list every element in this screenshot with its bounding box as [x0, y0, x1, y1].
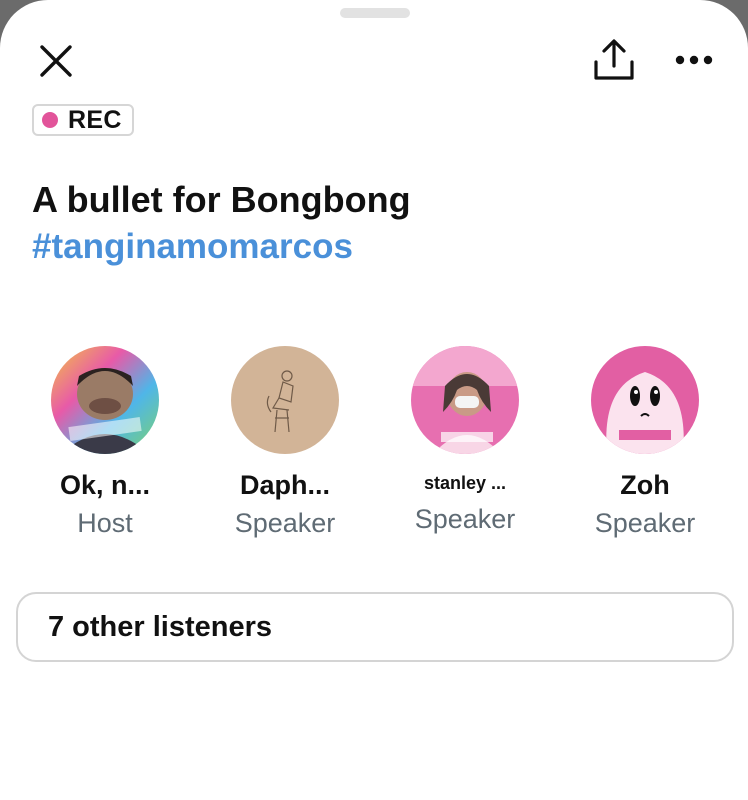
share-button[interactable] [584, 32, 644, 88]
more-options-button[interactable] [666, 38, 722, 82]
recording-badge: REC [32, 104, 134, 136]
participant-speaker[interactable]: Zoh Speaker [555, 346, 735, 540]
avatar [591, 346, 699, 454]
participant-role: Speaker [414, 504, 516, 534]
close-icon [40, 45, 72, 77]
share-icon [594, 39, 634, 80]
participant-name: Ok, n... [59, 470, 151, 500]
avatar [51, 346, 159, 454]
recording-dot-icon [42, 112, 58, 128]
close-button[interactable] [28, 36, 84, 86]
participant-name: Zoh [620, 470, 670, 500]
other-listeners-button[interactable]: 7 other listeners [16, 592, 734, 662]
avatar [231, 346, 339, 454]
participant-speaker[interactable]: stanley ... Speaker [375, 346, 555, 536]
space-sheet: REC A bullet for Bongbong #tanginamomarc… [0, 0, 748, 800]
participant-speaker[interactable]: Daph... Speaker [195, 346, 375, 540]
recording-label: REC [68, 105, 122, 134]
avatar [411, 346, 519, 454]
more-horizontal-icon [675, 55, 713, 65]
participant-name: Daph... [239, 470, 330, 500]
space-hashtag-link[interactable]: #tanginamomarcos [32, 224, 353, 270]
participants-list: Ok, n... Host Daph... Speaker stanley ..… [15, 346, 735, 538]
participant-role: Speaker [594, 508, 696, 538]
participant-name: stanley ... [423, 473, 507, 493]
participant-role: Host [77, 508, 133, 538]
space-title: A bullet for Bongbong [32, 179, 411, 220]
other-listeners-label: 7 other listeners [48, 610, 273, 643]
participant-role: Speaker [234, 508, 336, 538]
participant-host[interactable]: Ok, n... Host [15, 346, 195, 540]
sheet-grabber[interactable] [340, 8, 410, 18]
